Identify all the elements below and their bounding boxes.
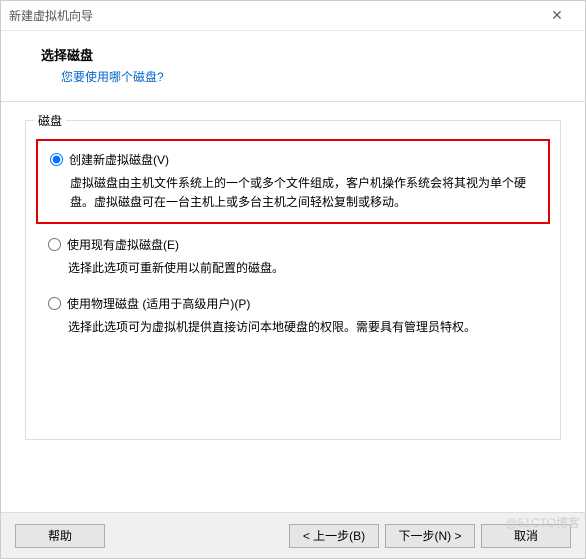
option-create-disk: 创建新虚拟磁盘(V) 虚拟磁盘由主机文件系统上的一个或多个文件组成，客户机操作系… [50,151,536,212]
radio-physical-disk[interactable]: 使用物理磁盘 (适用于高级用户)(P) [48,295,538,312]
radio-physical-input[interactable] [48,297,61,310]
help-button[interactable]: 帮助 [15,524,105,548]
wizard-window: 新建虚拟机向导 ✕ 选择磁盘 您要使用哪个磁盘? 磁盘 创建新虚拟磁盘(V) 虚… [0,0,586,559]
radio-existing-desc: 选择此选项可重新使用以前配置的磁盘。 [68,259,538,278]
wizard-footer: 帮助 < 上一步(B) 下一步(N) > 取消 [1,512,585,558]
next-button[interactable]: 下一步(N) > [385,524,475,548]
radio-existing-input[interactable] [48,238,61,251]
radio-physical-label: 使用物理磁盘 (适用于高级用户)(P) [67,295,250,312]
wizard-header: 选择磁盘 您要使用哪个磁盘? [1,31,585,102]
close-icon[interactable]: ✕ [537,7,577,24]
back-button[interactable]: < 上一步(B) [289,524,379,548]
radio-create-disk[interactable]: 创建新虚拟磁盘(V) [50,151,536,168]
radio-existing-disk[interactable]: 使用现有虚拟磁盘(E) [48,236,538,253]
option-existing-disk: 使用现有虚拟磁盘(E) 选择此选项可重新使用以前配置的磁盘。 [36,236,550,278]
content-area: 磁盘 创建新虚拟磁盘(V) 虚拟磁盘由主机文件系统上的一个或多个文件组成，客户机… [1,102,585,512]
radio-create-label: 创建新虚拟磁盘(V) [69,151,169,168]
radio-create-input[interactable] [50,153,63,166]
page-heading: 选择磁盘 [41,45,561,64]
radio-existing-label: 使用现有虚拟磁盘(E) [67,236,179,253]
radio-physical-desc: 选择此选项可为虚拟机提供直接访问本地硬盘的权限。需要具有管理员特权。 [68,318,538,337]
page-subheading: 您要使用哪个磁盘? [41,68,561,85]
titlebar: 新建虚拟机向导 ✕ [1,1,585,31]
highlight-create-disk: 创建新虚拟磁盘(V) 虚拟磁盘由主机文件系统上的一个或多个文件组成，客户机操作系… [36,139,550,224]
group-title: 磁盘 [34,112,66,129]
window-title: 新建虚拟机向导 [9,7,537,24]
cancel-button[interactable]: 取消 [481,524,571,548]
disk-groupbox: 磁盘 创建新虚拟磁盘(V) 虚拟磁盘由主机文件系统上的一个或多个文件组成，客户机… [25,120,561,440]
radio-create-desc: 虚拟磁盘由主机文件系统上的一个或多个文件组成，客户机操作系统会将其视为单个硬盘。… [70,174,536,212]
option-physical-disk: 使用物理磁盘 (适用于高级用户)(P) 选择此选项可为虚拟机提供直接访问本地硬盘… [36,295,550,337]
